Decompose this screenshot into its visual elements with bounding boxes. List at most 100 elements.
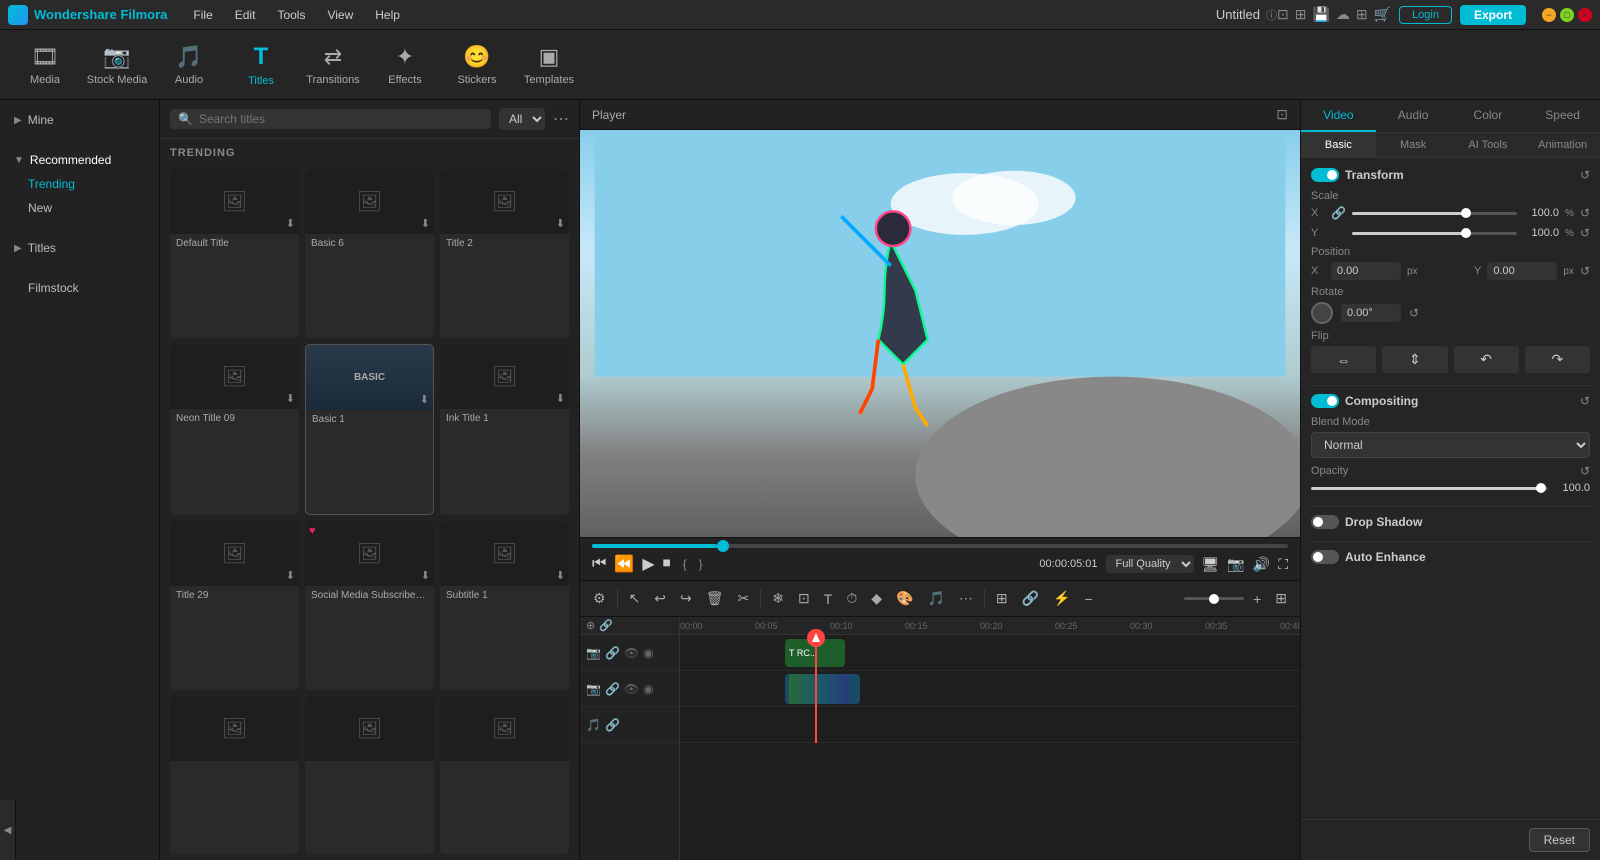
tl-more-icon[interactable]: ⋯ bbox=[954, 587, 978, 610]
tl-snap-icon[interactable]: ⊞ bbox=[991, 587, 1013, 610]
prev-frame-button[interactable]: ⏪ bbox=[614, 554, 634, 574]
tl-link-toggle[interactable]: 🔗 bbox=[599, 619, 613, 632]
tl-link-icon-text[interactable]: 🔗 bbox=[605, 646, 620, 660]
tool-stock-media[interactable]: 📷 Stock Media bbox=[82, 34, 152, 96]
right-subtab-ai-tools[interactable]: AI Tools bbox=[1451, 133, 1526, 157]
export-button[interactable]: Export bbox=[1460, 5, 1526, 25]
scale-x-slider[interactable] bbox=[1352, 212, 1517, 215]
tl-cut-icon[interactable]: ✂ bbox=[733, 587, 755, 610]
tool-stickers[interactable]: 😊 Stickers bbox=[442, 34, 512, 96]
cloud-icon[interactable]: ☁ bbox=[1336, 6, 1350, 23]
tl-eye-icon-video[interactable]: 👁 bbox=[624, 682, 639, 696]
title-card-3[interactable]: 🖼 ⬇ Title 2 bbox=[440, 169, 569, 338]
tl-redo-icon[interactable]: ↪ bbox=[675, 587, 697, 610]
opacity-reset[interactable]: ↺ bbox=[1580, 464, 1590, 478]
tl-color-icon[interactable]: 🎨 bbox=[891, 587, 918, 610]
tool-templates[interactable]: ▣ Templates bbox=[514, 34, 584, 96]
right-tab-color[interactable]: Color bbox=[1451, 100, 1526, 132]
tl-link-icon[interactable]: 🔗 bbox=[1017, 587, 1044, 610]
title-card-4[interactable]: 🖼 ⬇ Neon Title 09 bbox=[170, 344, 299, 515]
save-icon[interactable]: 💾 bbox=[1312, 6, 1329, 23]
rewind-button[interactable]: ⏮ bbox=[592, 555, 606, 573]
player-expand-icon[interactable]: ⊡ bbox=[1276, 106, 1288, 123]
minimize-button[interactable]: − bbox=[1542, 8, 1556, 22]
link-icon[interactable]: 🔗 bbox=[1331, 206, 1346, 220]
quality-select[interactable]: Full Quality 1/2 1/4 bbox=[1106, 555, 1194, 573]
tl-snap-toggle[interactable]: ⊕ bbox=[586, 619, 595, 632]
right-tab-video[interactable]: Video bbox=[1301, 100, 1376, 132]
tl-cam-icon-text[interactable]: 📷 bbox=[586, 646, 601, 660]
pos-reset[interactable]: ↺ bbox=[1580, 264, 1590, 278]
title-card-5[interactable]: BASIC ⬇ Basic 1 bbox=[305, 344, 434, 515]
compositing-toggle[interactable] bbox=[1311, 394, 1339, 408]
title-card-9[interactable]: 🖼 ⬇ Subtitle 1 bbox=[440, 521, 569, 690]
monitor-icon[interactable]: 🖥 bbox=[1202, 556, 1220, 573]
tl-link-icon-audio[interactable]: 🔗 bbox=[605, 718, 620, 732]
progress-bar[interactable] bbox=[592, 544, 1288, 548]
right-subtab-mask[interactable]: Mask bbox=[1376, 133, 1451, 157]
dropshadow-toggle[interactable] bbox=[1311, 515, 1339, 529]
grid-icon[interactable]: ⊞ bbox=[1356, 6, 1368, 23]
menu-help[interactable]: Help bbox=[365, 6, 410, 24]
right-tab-audio[interactable]: Audio bbox=[1376, 100, 1451, 132]
flip-cw-button[interactable]: ↷ bbox=[1525, 346, 1590, 373]
snapshot-icon[interactable]: 📷 bbox=[1227, 556, 1244, 573]
left-item-titles[interactable]: ▶ Titles bbox=[6, 236, 153, 260]
bracket-left[interactable]: { bbox=[683, 557, 687, 571]
rotate-dial[interactable] bbox=[1311, 302, 1333, 324]
tl-keyframe-icon[interactable]: ◆ bbox=[866, 587, 887, 610]
tl-crop-icon[interactable]: ⊡ bbox=[793, 587, 815, 610]
tl-speed-icon[interactable]: ⏱ bbox=[841, 587, 862, 610]
cart-icon[interactable]: 🛒 bbox=[1374, 6, 1391, 23]
blend-mode-select[interactable]: Normal Dissolve Darken Multiply Screen O… bbox=[1311, 432, 1590, 458]
tl-grid-icon[interactable]: ⊞ bbox=[1270, 587, 1292, 610]
left-item-mine[interactable]: ▶ Mine bbox=[6, 108, 153, 132]
tool-media[interactable]: 🎞 Media bbox=[10, 34, 80, 96]
pos-x-input[interactable] bbox=[1331, 262, 1401, 280]
flip-vertical-button[interactable]: ⇕ bbox=[1382, 346, 1447, 373]
search-input[interactable] bbox=[199, 112, 483, 126]
scale-y-reset[interactable]: ↺ bbox=[1580, 226, 1590, 240]
title-card-2[interactable]: 🖼 ⬇ Basic 6 bbox=[305, 169, 434, 338]
tl-text-icon[interactable]: T bbox=[819, 588, 838, 610]
tl-audio-icon[interactable]: 🎵 bbox=[922, 587, 949, 610]
opacity-slider[interactable] bbox=[1311, 487, 1548, 490]
tl-minus-icon[interactable]: − bbox=[1080, 588, 1098, 610]
tool-effects[interactable]: ✦ Effects bbox=[370, 34, 440, 96]
tl-vis-icon-video[interactable]: ◉ bbox=[643, 682, 653, 696]
more-options-icon[interactable]: ⋯ bbox=[553, 109, 569, 129]
right-subtab-basic[interactable]: Basic bbox=[1301, 133, 1376, 157]
tl-link-icon-video[interactable]: 🔗 bbox=[605, 682, 620, 696]
tl-freeze-icon[interactable]: ❄ bbox=[767, 587, 789, 610]
tool-transitions[interactable]: ⇄ Transitions bbox=[298, 34, 368, 96]
tl-vis-icon-text[interactable]: ◉ bbox=[643, 646, 653, 660]
rotate-reset[interactable]: ↺ bbox=[1409, 306, 1419, 320]
compositing-reset-icon[interactable]: ↺ bbox=[1580, 394, 1590, 408]
tl-settings-icon[interactable]: ⚙ bbox=[588, 587, 611, 610]
transform-toggle[interactable] bbox=[1311, 168, 1339, 182]
title-card-11[interactable]: 🖼 bbox=[305, 696, 434, 854]
close-button[interactable]: × bbox=[1578, 8, 1592, 22]
tl-plus-icon[interactable]: + bbox=[1248, 588, 1266, 610]
scale-x-reset[interactable]: ↺ bbox=[1580, 206, 1590, 220]
fullscreen-icon[interactable]: ⊡ bbox=[1277, 6, 1289, 23]
tool-titles[interactable]: T Titles bbox=[226, 34, 296, 96]
title-card-8[interactable]: ♥ 🖼 ⬇ Social Media Subscribe Pack... bbox=[305, 521, 434, 690]
scale-y-slider[interactable] bbox=[1352, 232, 1517, 235]
maximize-button[interactable]: □ bbox=[1560, 8, 1574, 22]
reset-button[interactable]: Reset bbox=[1529, 828, 1590, 852]
title-card-12[interactable]: 🖼 bbox=[440, 696, 569, 854]
play-button[interactable]: ▶ bbox=[642, 554, 654, 574]
tl-music-icon-audio[interactable]: 🎵 bbox=[586, 718, 601, 732]
autoenhance-toggle[interactable] bbox=[1311, 550, 1339, 564]
rotate-input[interactable] bbox=[1341, 304, 1401, 322]
fullscreen-player-icon[interactable]: ⛶ bbox=[1278, 556, 1288, 573]
flip-horizontal-button[interactable]: ⇔ bbox=[1311, 346, 1376, 373]
pos-y-input[interactable] bbox=[1487, 262, 1557, 280]
tool-audio[interactable]: 🎵 Audio bbox=[154, 34, 224, 96]
tl-cam-icon-video[interactable]: 📷 bbox=[586, 682, 601, 696]
tl-delete-icon[interactable]: 🗑 bbox=[701, 587, 729, 610]
right-subtab-animation[interactable]: Animation bbox=[1525, 133, 1600, 157]
tl-playhead[interactable] bbox=[815, 635, 817, 743]
menu-file[interactable]: File bbox=[183, 6, 222, 24]
